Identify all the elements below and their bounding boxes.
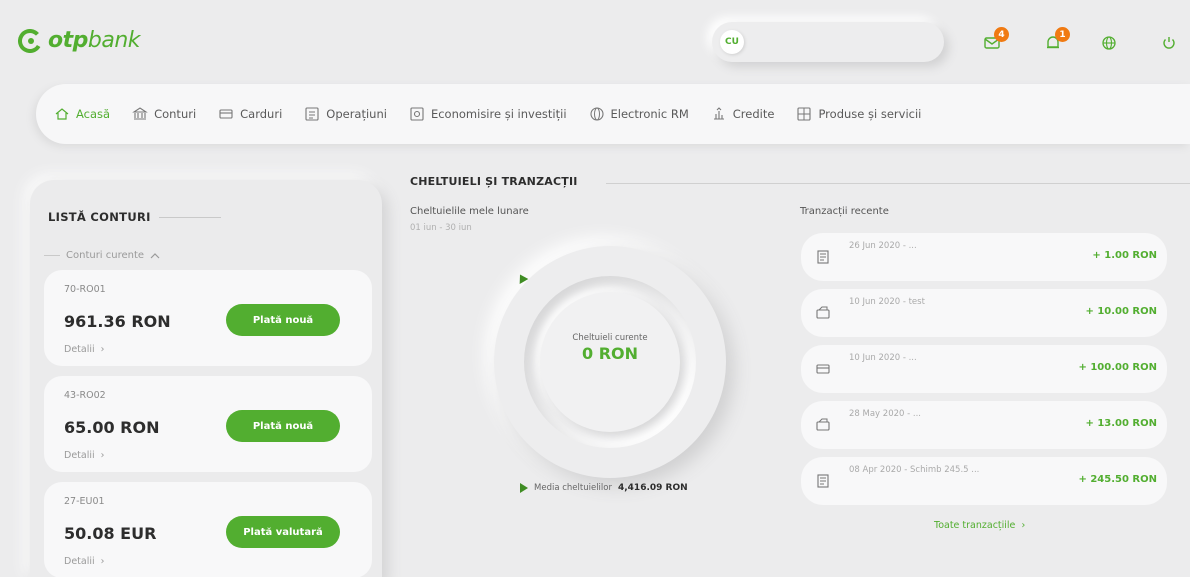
nav-label: Economisire și investiții [430,107,567,121]
accounts-panel: LISTĂ CONTURI Conturi curente 70-RO01 96… [30,180,382,577]
main-navigation: Acasă Conturi Carduri Operațiuni Economi… [36,84,1190,144]
transaction-description: 10 Jun 2020 - test [849,297,925,307]
card-icon [219,109,233,119]
language-button[interactable] [1100,34,1118,52]
average-label: Media cheltuielilor [534,483,612,493]
nav-item-economisire[interactable]: Economisire și investiții [409,106,567,122]
transaction-row[interactable]: 28 May 2020 - ... + 13.00 RON [801,401,1167,449]
account-iban: 70-RO01 [64,284,106,295]
logout-button[interactable] [1160,34,1178,52]
globe-icon [589,107,604,121]
notifications-button[interactable]: 1 [1044,27,1070,52]
nav-item-electronic-rm[interactable]: Electronic RM [589,106,689,122]
transaction-description: 26 Jun 2020 - ... [849,241,917,251]
account-balance: 65.00 RON [64,418,160,437]
details-link[interactable]: Detalii › [64,344,104,355]
card-icon [816,364,830,374]
account-iban: 43-RO02 [64,390,106,401]
nav-item-carduri[interactable]: Carduri [218,106,282,122]
operations-icon [305,107,319,121]
nav-item-acasa[interactable]: Acasă [54,106,110,122]
home-icon [55,108,69,120]
current-accounts-toggle[interactable]: Conturi curente [44,250,160,261]
otpbank-logo[interactable]: otpbank [18,28,141,53]
transfer-icon [816,306,830,319]
nav-item-conturi[interactable]: Conturi [132,106,196,122]
notifications-badge: 1 [1055,27,1070,42]
account-card[interactable]: 70-RO01 961.36 RON Detalii › Plată nouă [44,270,372,366]
chevron-up-icon [150,252,160,258]
transaction-amount: + 13.00 RON [1085,418,1157,429]
power-icon [1163,37,1175,49]
transaction-description: 10 Jun 2020 - ... [849,353,917,363]
transaction-description: 08 Apr 2020 - Schimb 245.5 ... [849,465,980,475]
divider [606,183,1190,184]
globe-icon [1102,36,1116,50]
user-avatar[interactable]: CU [720,30,744,54]
nav-label: Acasă [76,107,111,121]
transaction-row[interactable]: 10 Jun 2020 - ... + 100.00 RON [801,345,1167,393]
bank-icon [132,107,148,120]
nav-item-credite[interactable]: Credite [711,106,775,122]
average-spending: Media cheltuielilor 4,416.09 RON [520,483,688,493]
products-icon [797,107,812,121]
nav-label: Produse și servicii [818,107,922,121]
new-payment-button[interactable]: Plată nouă [226,304,340,336]
nav-label: Operațiuni [326,107,387,121]
new-payment-button[interactable]: Plată nouă [226,410,340,442]
transaction-amount: + 1.00 RON [1092,250,1157,261]
account-balance: 50.08 EUR [64,524,157,543]
account-balance: 961.36 RON [64,312,171,331]
credit-icon [713,107,724,120]
nav-item-operatiuni[interactable]: Operațiuni [304,106,387,122]
nav-label: Conturi [154,107,197,121]
nav-item-produse[interactable]: Produse și servicii [796,106,921,122]
transaction-description: 28 May 2020 - ... [849,409,922,419]
search-bar[interactable]: CU [712,22,944,62]
search-input[interactable] [752,35,932,49]
details-link[interactable]: Detalii › [64,450,104,461]
current-spending-label: Cheltuieli curente [572,333,648,343]
messages-button[interactable]: 4 [983,27,1009,52]
all-transactions-link[interactable]: Toate tranzacțiile › [934,520,1025,531]
monthly-range: 01 iun - 30 iun [410,223,472,233]
monthly-spending-label: Cheltuielile mele lunare [410,206,529,217]
nav-label: Credite [732,107,775,121]
receipt-icon [817,250,829,264]
nav-label: Carduri [240,107,283,121]
account-iban: 27-EU01 [64,496,105,507]
subtitle-label: Conturi curente [66,250,145,261]
transfer-icon [816,418,830,431]
savings-icon [410,107,424,121]
nav-label: Electronic RM [610,107,689,121]
foreign-payment-button[interactable]: Plată valutară [226,516,340,548]
transaction-amount: + 10.00 RON [1085,306,1157,317]
current-spending-value: 0 RON [581,344,638,363]
receipt-icon [817,474,829,488]
recent-transactions-title: Tranzacții recente [800,206,889,217]
account-card[interactable]: 43-RO02 65.00 RON Detalii › Plată nouă [44,376,372,472]
account-card[interactable]: 27-EU01 50.08 EUR Detalii › Plată valuta… [44,482,372,577]
accounts-title: LISTĂ CONTURI [48,210,221,224]
transaction-amount: + 100.00 RON [1078,362,1157,373]
transaction-amount: + 245.50 RON [1078,474,1157,485]
play-icon [520,483,528,493]
details-link[interactable]: Detalii › [64,556,104,567]
messages-badge: 4 [994,27,1009,42]
spending-section-title: CHELTUIELI ȘI TRANZACȚII [410,175,578,188]
brand-name: otpbank [48,28,141,53]
average-value: 4,416.09 RON [617,483,688,493]
transaction-row[interactable]: 10 Jun 2020 - test + 10.00 RON [801,289,1167,337]
transaction-row[interactable]: 26 Jun 2020 - ... + 1.00 RON [801,233,1167,281]
transaction-row[interactable]: 08 Apr 2020 - Schimb 245.5 ... + 245.50 … [801,457,1167,505]
otp-logo-icon [18,28,42,53]
